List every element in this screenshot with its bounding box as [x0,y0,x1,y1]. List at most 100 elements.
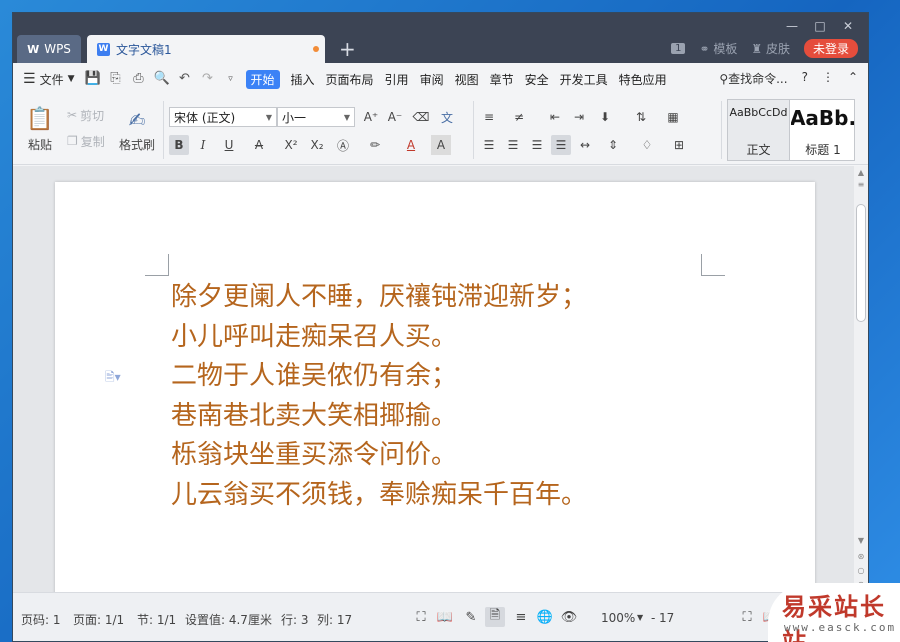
align-left-icon[interactable]: ☰ [479,135,499,155]
maximize-icon[interactable]: □ [806,17,834,35]
bullet-list-icon[interactable]: ≡ [479,107,499,127]
status-setting[interactable]: 设置值: 4.7厘米 [185,611,272,628]
bold-button[interactable]: B [169,135,189,155]
print-icon[interactable]: ⎙ [131,71,147,87]
tab-page-layout[interactable]: 页面布局 [326,71,374,88]
tab-chapter[interactable]: 章节 [490,71,514,88]
help-button[interactable]: ? [802,70,808,87]
status-section[interactable]: 节: 1/1 [137,611,176,628]
zoom-slider-value[interactable]: 17 [659,611,674,625]
text-line[interactable]: 栎翁块坐重买添令问价。 [171,436,587,476]
text-line[interactable]: 巷南巷北卖大笑相揶揄。 [171,397,587,437]
cut-button[interactable]: ✂ 剪切 [67,105,104,125]
justify-icon[interactable]: ☰ [551,135,571,155]
page-view-icon[interactable]: 🗎 [485,607,505,627]
scroll-top-icon[interactable]: ≡ [854,180,868,189]
web-view-icon[interactable]: 🌐 [535,607,555,627]
increase-indent-icon[interactable]: ⇥ [569,107,589,127]
paste-button[interactable]: 📋 粘贴 [23,101,57,159]
paragraph-spacing-icon[interactable]: ⇕ [603,135,623,155]
undo-icon[interactable]: ↶ [177,71,193,87]
redo-icon[interactable]: ↷ [200,71,216,87]
align-center-icon[interactable]: ☰ [503,135,523,155]
zoom-out-button[interactable]: - [651,611,655,625]
superscript-button[interactable]: X² [281,135,301,155]
document-area[interactable]: 🖹▾ 除夕更阑人不睡，厌禳钝滞迎新岁； 小儿呼叫走痴呆召人买。 二物于人谁吴侬仍… [13,166,856,602]
collapse-ribbon-icon[interactable]: ⌃ [848,70,858,87]
zoom-level[interactable]: 100% [601,611,635,625]
close-icon[interactable]: ✕ [834,17,862,35]
login-button[interactable]: 未登录 [803,39,858,58]
distributed-icon[interactable]: ↔ [575,135,595,155]
highlight-icon[interactable]: ✏ [365,135,385,155]
copy-button[interactable]: ❐ 复制 [67,131,105,151]
text-line[interactable]: 小儿呼叫走痴呆召人买。 [171,318,587,358]
text-effect-icon[interactable]: Ⓐ [333,135,353,155]
tab-review[interactable]: 审阅 [420,71,444,88]
decrease-font-icon[interactable]: A⁻ [385,107,405,127]
chinese-layout-icon[interactable]: ⬇ [595,107,615,127]
status-page[interactable]: 页面: 1/1 [73,611,124,628]
scrollbar-thumb[interactable] [856,204,866,322]
tab-features[interactable]: 特色应用 [619,71,667,88]
export-pdf-icon[interactable]: ⎘ [108,71,124,87]
increase-font-icon[interactable]: A⁺ [361,107,381,127]
select-browse-icon[interactable]: ○ [854,566,868,575]
write-mode-icon[interactable]: ✎ [461,607,481,627]
format-painter-button[interactable]: ✍ 格式刷 [117,101,157,159]
fullscreen-icon[interactable]: ⛶ [411,607,431,627]
status-row[interactable]: 行: 3 [281,611,309,628]
search-command[interactable]: ⚲查找命令... [719,70,787,87]
tab-view[interactable]: 视图 [455,71,479,88]
font-size-select[interactable]: 小一 ▼ [277,107,355,127]
quick-access-dropdown-icon[interactable]: ▿ [223,71,239,87]
numbered-list-icon[interactable]: ≠ [509,107,529,127]
document-text[interactable]: 除夕更阑人不睡，厌禳钝滞迎新岁； 小儿呼叫走痴呆召人买。 二物于人谁吴侬仍有余；… [171,278,587,515]
fit-page-icon[interactable]: ⛶ [737,607,757,627]
new-tab-button[interactable]: + [339,37,356,61]
tab-references[interactable]: 引用 [385,71,409,88]
tab-developer[interactable]: 开发工具 [560,71,608,88]
italic-button[interactable]: I [193,135,213,155]
skin-button[interactable]: ♜ 皮肤 [751,40,790,57]
show-marks-icon[interactable]: ▦ [663,107,683,127]
font-name-select[interactable]: 宋体 (正文) ▼ [169,107,277,127]
char-shading-icon[interactable]: A [431,135,451,155]
scroll-up-icon[interactable]: ▲ [854,168,868,177]
page-count-badge[interactable]: 1 [671,43,686,54]
text-line[interactable]: 儿云翁买不须钱，奉赊痴呆千百年。 [171,476,587,516]
text-line[interactable]: 除夕更阑人不睡，厌禳钝滞迎新岁； [171,278,587,318]
style-normal[interactable]: AaBbCcDd 正文 [728,100,790,160]
outline-view-icon[interactable]: ≡ [511,607,531,627]
minimize-icon[interactable]: — [778,17,806,35]
tab-wps-home[interactable]: W WPS [17,35,81,63]
zoom-dropdown-icon[interactable]: ▼ [637,613,643,622]
paragraph-layout-icon[interactable]: 🖹▾ [105,368,121,389]
vertical-scrollbar[interactable]: ▲ ≡ ▼ ⊛ ○ ⊛ [854,166,868,592]
shading-icon[interactable]: ♢ [637,135,657,155]
decrease-indent-icon[interactable]: ⇤ [545,107,565,127]
more-options-icon[interactable]: ⋮ [822,70,834,87]
template-button[interactable]: ⚭ 模板 [699,40,737,57]
eye-protect-icon[interactable]: 👁 [559,607,579,627]
clear-format-icon[interactable]: ⌫ [411,107,431,127]
reading-mode-icon[interactable]: 📖 [435,607,455,627]
prev-page-icon[interactable]: ⊛ [854,552,868,561]
print-preview-icon[interactable]: 🔍 [154,71,170,87]
subscript-button[interactable]: X₂ [307,135,327,155]
strikethrough-button[interactable]: A [249,135,269,155]
status-page-code[interactable]: 页码: 1 [21,611,61,628]
font-color-icon[interactable]: A [401,135,421,155]
phonetic-guide-icon[interactable]: 文 [437,107,457,127]
text-line[interactable]: 二物于人谁吴侬仍有余； [171,357,587,397]
align-right-icon[interactable]: ☰ [527,135,547,155]
tab-start[interactable]: 开始 [245,69,280,89]
file-menu[interactable]: ☰ 文件 ▼ [23,71,75,88]
document-page[interactable]: 🖹▾ 除夕更阑人不睡，厌禳钝滞迎新岁； 小儿呼叫走痴呆召人买。 二物于人谁吴侬仍… [55,182,815,602]
line-spacing-icon[interactable]: ⇅ [631,107,651,127]
tab-security[interactable]: 安全 [525,71,549,88]
tab-insert[interactable]: 插入 [291,71,315,88]
status-col[interactable]: 列: 17 [317,611,352,628]
tab-document[interactable]: W 文字文稿1 [87,35,325,63]
borders-icon[interactable]: ⊞ [669,135,689,155]
